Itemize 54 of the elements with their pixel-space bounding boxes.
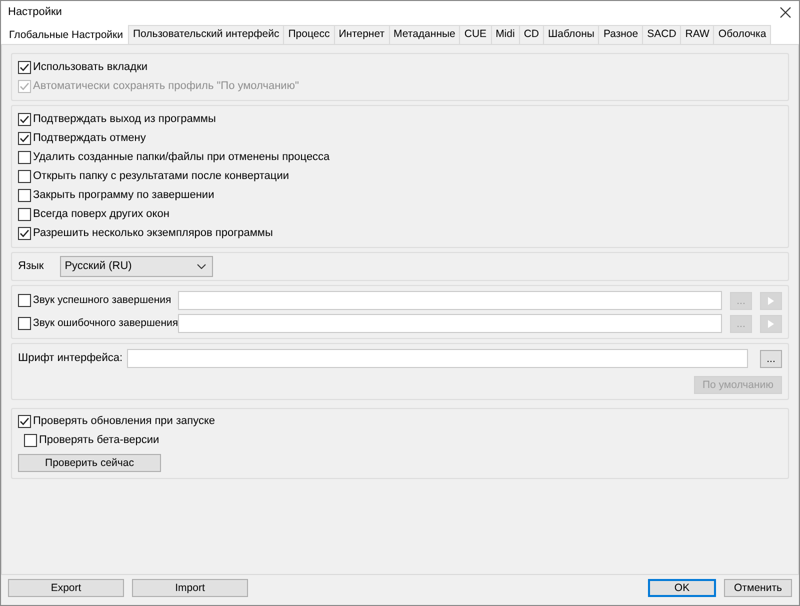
checkbox-label: Разрешить несколько экземпляров программы xyxy=(33,226,273,242)
language-label: Язык xyxy=(18,259,44,274)
checkbox-label: Открыть папку с результатами после конвертации xyxy=(33,169,290,184)
tab[interactable]: Шаблоны xyxy=(543,25,600,44)
checkbox-label: Подтверждать выход из программы xyxy=(33,112,216,128)
tab[interactable]: Оболочка xyxy=(713,25,772,44)
checkbox[interactable] xyxy=(18,113,31,126)
tab[interactable]: SACD xyxy=(642,25,682,44)
checkbox[interactable] xyxy=(18,61,31,74)
checkbox[interactable] xyxy=(18,170,31,183)
footer-button[interactable]: Import xyxy=(132,579,248,597)
font-field[interactable] xyxy=(126,349,748,368)
footer-button[interactable]: Export xyxy=(8,579,124,597)
checkbox-label: Закрыть программу по завершении xyxy=(33,188,214,204)
checkbox-label: Проверять бета-версии xyxy=(39,433,160,448)
browse-button[interactable]: ... xyxy=(760,350,782,368)
tab[interactable]: CUE xyxy=(459,25,492,44)
checkbox[interactable] xyxy=(18,208,31,221)
check-now-button[interactable]: Проверить сейчас xyxy=(18,454,161,472)
play-icon xyxy=(768,296,774,304)
file-path-field[interactable] xyxy=(178,314,722,333)
checkbox-label: Звук ошибочного завершения xyxy=(33,316,178,331)
checkbox-label: Использовать вкладки xyxy=(33,60,148,76)
checkbox-label: Подтверждать отмену xyxy=(33,131,146,146)
tab[interactable]: Разное xyxy=(598,25,644,44)
checkbox-label: Автоматически сохранять профиль "По умолчанию" xyxy=(33,79,299,94)
tab[interactable]: CD xyxy=(518,25,544,44)
language-dropdown[interactable]: Русский (RU) xyxy=(60,256,213,277)
checkbox[interactable] xyxy=(24,434,37,447)
window-title: Настройки xyxy=(8,5,62,20)
checkbox-label: Удалить созданные папки/файлы при отменены процесса xyxy=(33,150,330,166)
checkbox[interactable] xyxy=(18,151,31,164)
tab[interactable]: Метаданные xyxy=(388,25,460,44)
close-icon[interactable] xyxy=(780,7,791,18)
tab[interactable]: Интернет xyxy=(334,25,390,44)
tab[interactable]: Пользовательский интерфейс xyxy=(128,25,284,44)
checkbox[interactable] xyxy=(18,132,31,145)
checkbox-label: Всегда поверх других окон xyxy=(33,207,170,222)
checkbox[interactable] xyxy=(18,227,31,240)
checkbox[interactable] xyxy=(18,415,31,428)
checkbox-label: Проверять обновления при запуске xyxy=(33,414,216,430)
dialog-button[interactable]: Отменить xyxy=(724,579,792,597)
checkbox[interactable] xyxy=(18,294,31,307)
font-label: Шрифт интерфейса: xyxy=(18,351,123,366)
tab[interactable]: Процесс xyxy=(283,25,335,44)
dialog-button[interactable]: OK xyxy=(648,579,716,597)
checkbox-label: Звук успешного завершения xyxy=(33,292,172,308)
play-icon xyxy=(768,320,774,328)
caret-icon xyxy=(196,264,206,269)
tab[interactable]: RAW xyxy=(680,25,714,44)
checkbox[interactable] xyxy=(18,317,31,330)
checkbox[interactable] xyxy=(18,189,31,202)
file-path-field[interactable] xyxy=(178,291,722,310)
tab[interactable]: Midi xyxy=(490,25,520,44)
